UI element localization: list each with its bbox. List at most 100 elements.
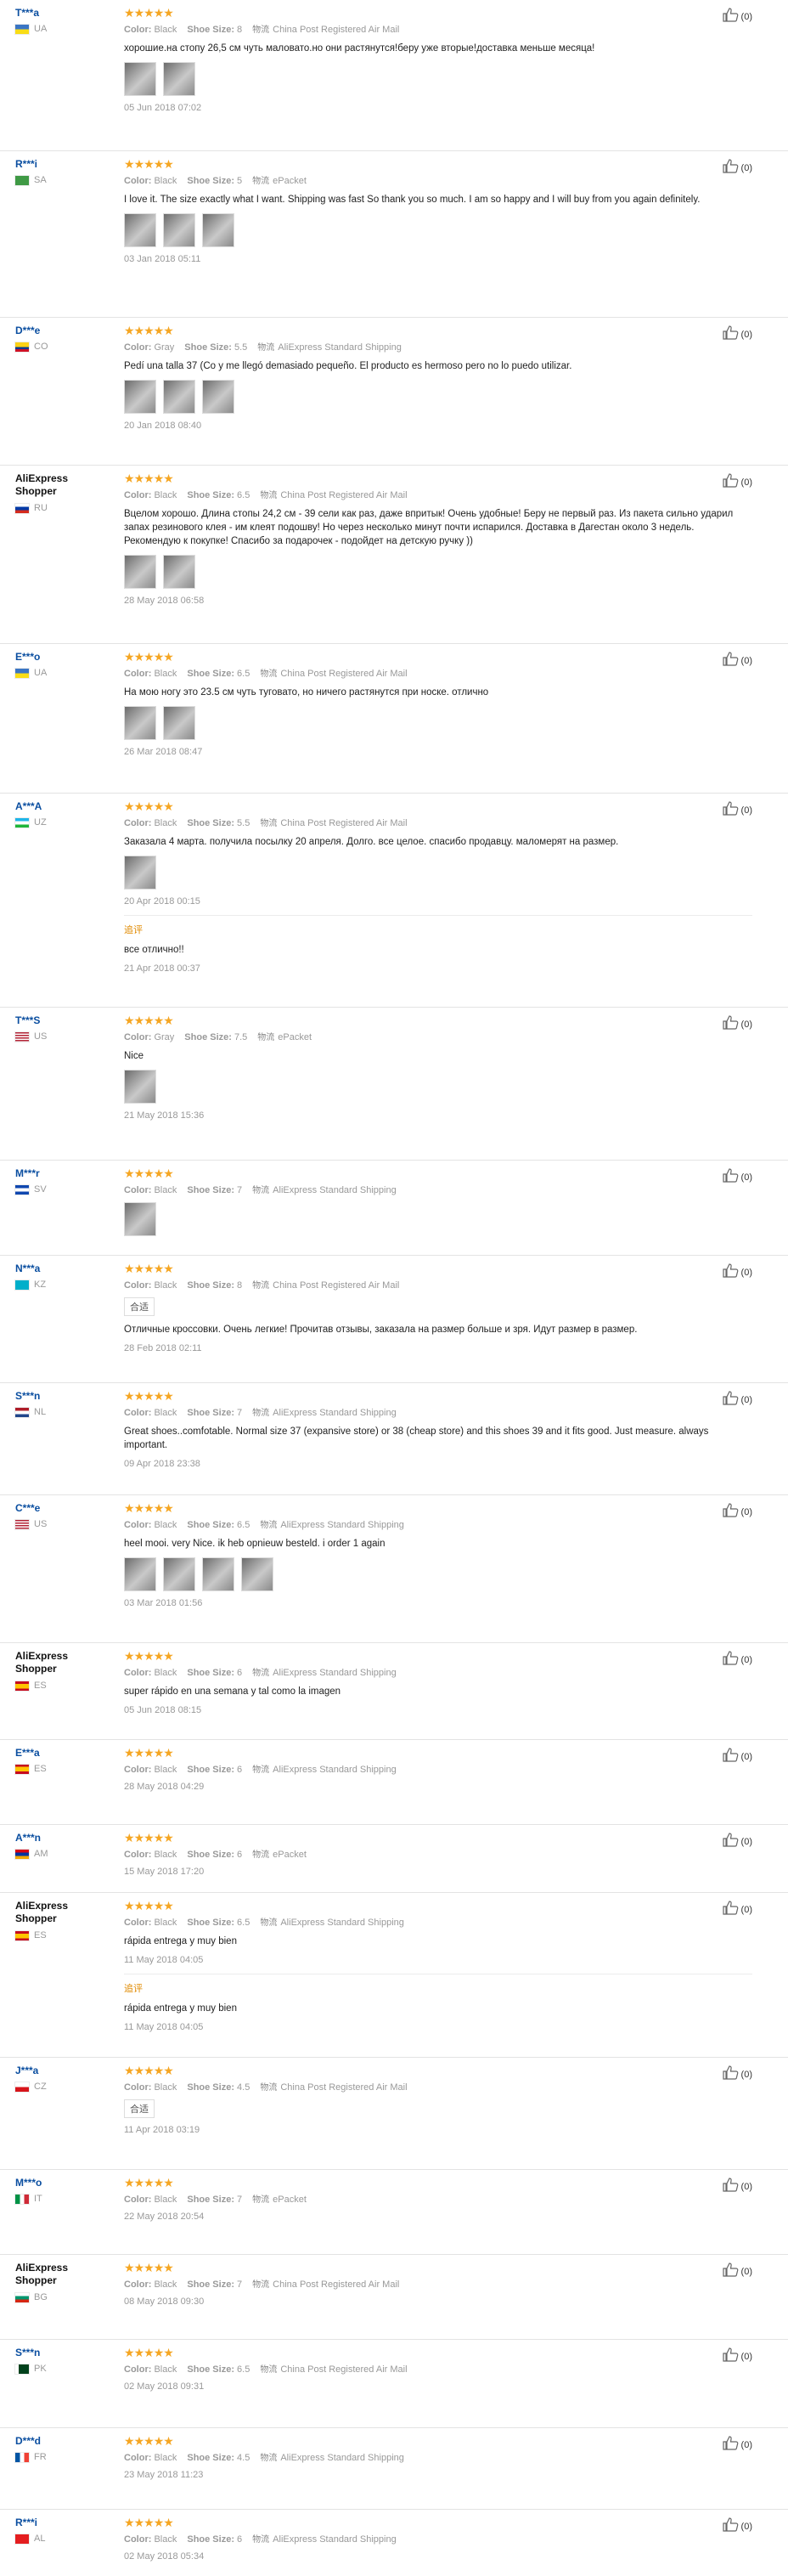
size-label: Shoe Size: xyxy=(187,176,234,186)
star-icon: ★ xyxy=(124,650,135,664)
reviewer-name[interactable]: T***a xyxy=(15,7,109,19)
size-value: 7 xyxy=(237,2279,243,2290)
helpful-button[interactable]: (0) xyxy=(722,2065,752,2084)
review-text: Pedí una talla 37 (Co y me llegó demasia… xyxy=(124,361,572,371)
review-photo[interactable] xyxy=(202,380,234,414)
review-photo[interactable] xyxy=(124,856,156,890)
reviewer-name[interactable]: E***a xyxy=(15,1747,109,1759)
helpful-button[interactable]: (0) xyxy=(722,1390,752,1409)
reviewer-name[interactable]: A***n xyxy=(15,1832,109,1844)
reviewer-name[interactable]: N***a xyxy=(15,1263,109,1274)
star-rating: ★ ★ ★ ★ ★ xyxy=(124,1650,752,1662)
star-icon: ★ xyxy=(133,472,145,485)
helpful-button[interactable]: (0) xyxy=(722,472,752,492)
reviewer-name[interactable]: D***d xyxy=(15,2435,109,2447)
review-photo[interactable] xyxy=(124,1557,156,1591)
helpful-button[interactable]: (0) xyxy=(722,1900,752,1919)
order-info: Color: Black Shoe Size: 6.5 物流 China Post R… xyxy=(124,666,752,679)
reviewer-name[interactable]: E***o xyxy=(15,651,109,663)
helpful-button[interactable]: (0) xyxy=(722,158,752,178)
thumbs-up-icon xyxy=(722,1832,739,1851)
helpful-count: (0) xyxy=(740,2351,752,2362)
helpful-button[interactable]: (0) xyxy=(722,651,752,670)
reviewer-name[interactable]: T***S xyxy=(15,1014,109,1026)
reviewer-name[interactable]: AliExpress Shopper xyxy=(15,1900,109,1925)
helpful-button[interactable]: (0) xyxy=(722,1832,752,1851)
review-item: AliExpress Shopper BG ★ ★ ★ ★ ★ Color: Black Sho… xyxy=(0,2255,788,2340)
review-photo[interactable] xyxy=(163,62,195,96)
divider xyxy=(124,915,752,916)
review-photo[interactable] xyxy=(124,213,156,247)
helpful-button[interactable]: (0) xyxy=(722,1650,752,1669)
helpful-count: (0) xyxy=(740,162,752,173)
helpful-button[interactable]: (0) xyxy=(722,2177,752,2196)
review-photo[interactable] xyxy=(163,380,195,414)
reviewer-name[interactable]: C***e xyxy=(15,1502,109,1514)
star-rating: ★ ★ ★ ★ ★ xyxy=(124,651,752,663)
reviewer-name[interactable]: J***a xyxy=(15,2065,109,2076)
reviewer-name[interactable]: A***A xyxy=(15,800,109,812)
additional-review-date: 11 May 2018 04:05 xyxy=(124,2022,204,2032)
review-photo[interactable] xyxy=(124,555,156,589)
order-info: Color: Black Shoe Size: 6 物流 AliExpress Sta… xyxy=(124,1665,752,1678)
reviewer-name[interactable]: S***n xyxy=(15,1390,109,1402)
reviewer-name[interactable]: AliExpress Shopper xyxy=(15,472,109,498)
reviewer-name[interactable]: R***i xyxy=(15,2517,109,2528)
helpful-button[interactable]: (0) xyxy=(722,7,752,26)
reviewer-name[interactable]: M***r xyxy=(15,1167,109,1179)
review-item: S***n NL ★ ★ ★ ★ ★ Color: Black Shoe Size: 7 物流 Al… xyxy=(0,1383,788,1495)
reviewer-name[interactable]: M***o xyxy=(15,2177,109,2189)
review-photo[interactable] xyxy=(124,380,156,414)
reviewer-name[interactable]: AliExpress Shopper xyxy=(15,1650,109,1675)
helpful-button[interactable]: (0) xyxy=(722,2435,752,2455)
helpful-button[interactable]: (0) xyxy=(722,800,752,820)
review-text: На мою ногу это 23.5 см чуть туговато, н… xyxy=(124,687,489,698)
review-item: A***n AM ★ ★ ★ ★ ★ Color: Black Shoe Size: 6 物流 eP… xyxy=(0,1825,788,1893)
reviewer-country: CZ xyxy=(15,2082,109,2092)
star-icon: ★ xyxy=(144,1899,155,1912)
review-item: N***a KZ ★ ★ ★ ★ ★ Color: Black Shoe Size: 8 物流 Ch… xyxy=(0,1256,788,1383)
helpful-button[interactable]: (0) xyxy=(722,1014,752,1034)
review-photo[interactable] xyxy=(202,213,234,247)
helpful-button[interactable]: (0) xyxy=(722,1167,752,1187)
additional-feedback-label: 追评 xyxy=(124,925,143,935)
review-photo[interactable] xyxy=(241,1557,273,1591)
review-photo[interactable] xyxy=(124,62,156,96)
review-photo[interactable] xyxy=(124,1070,156,1104)
review-photo[interactable] xyxy=(124,706,156,740)
color-label: Color: xyxy=(124,25,152,35)
review-photo[interactable] xyxy=(163,706,195,740)
star-icon: ★ xyxy=(153,2516,165,2529)
helpful-button[interactable]: (0) xyxy=(722,1502,752,1522)
review-photo[interactable] xyxy=(163,555,195,589)
review-photo[interactable] xyxy=(202,1557,234,1591)
helpful-button[interactable]: (0) xyxy=(722,2347,752,2366)
star-icon: ★ xyxy=(153,1746,165,1760)
helpful-button[interactable]: (0) xyxy=(722,325,752,344)
review-photo[interactable] xyxy=(163,1557,195,1591)
order-info: Color: Black Shoe Size: 6.5 物流 China Post R… xyxy=(124,488,752,500)
thumbs-up-icon xyxy=(722,158,739,178)
review-content: ★ ★ ★ ★ ★ Color: Black Shoe Size: 7 物流 ePacket 22… xyxy=(124,2177,752,2222)
reviewer-name[interactable]: AliExpress Shopper xyxy=(15,2262,109,2287)
star-icon: ★ xyxy=(133,2434,145,2448)
helpful-button[interactable]: (0) xyxy=(722,1263,752,1282)
helpful-button[interactable]: (0) xyxy=(722,2262,752,2281)
shipping-method: China Post Registered Air Mail xyxy=(273,1280,400,1291)
reviewer-name[interactable]: S***n xyxy=(15,2347,109,2359)
reviewer-name[interactable]: D***e xyxy=(15,325,109,336)
star-icon: ★ xyxy=(163,2434,174,2448)
helpful-button[interactable]: (0) xyxy=(722,1747,752,1766)
reviewer-name[interactable]: R***i xyxy=(15,158,109,170)
country-code: UA xyxy=(34,668,48,678)
shipping-icon: 物流 xyxy=(252,1409,270,1418)
country-code: CO xyxy=(34,342,48,352)
reviewer-info: J***a CZ xyxy=(15,2065,109,2092)
review-photo[interactable] xyxy=(124,1202,156,1236)
star-rating: ★ ★ ★ ★ ★ xyxy=(124,1263,752,1274)
kz-flag-icon xyxy=(15,1280,29,1290)
helpful-button[interactable]: (0) xyxy=(722,2517,752,2536)
color-label: Color: xyxy=(124,1408,152,1418)
review-photo[interactable] xyxy=(163,213,195,247)
review-item: R***i SA ★ ★ ★ ★ ★ Color: Black Shoe Size: 5 物流 eP… xyxy=(0,151,788,318)
